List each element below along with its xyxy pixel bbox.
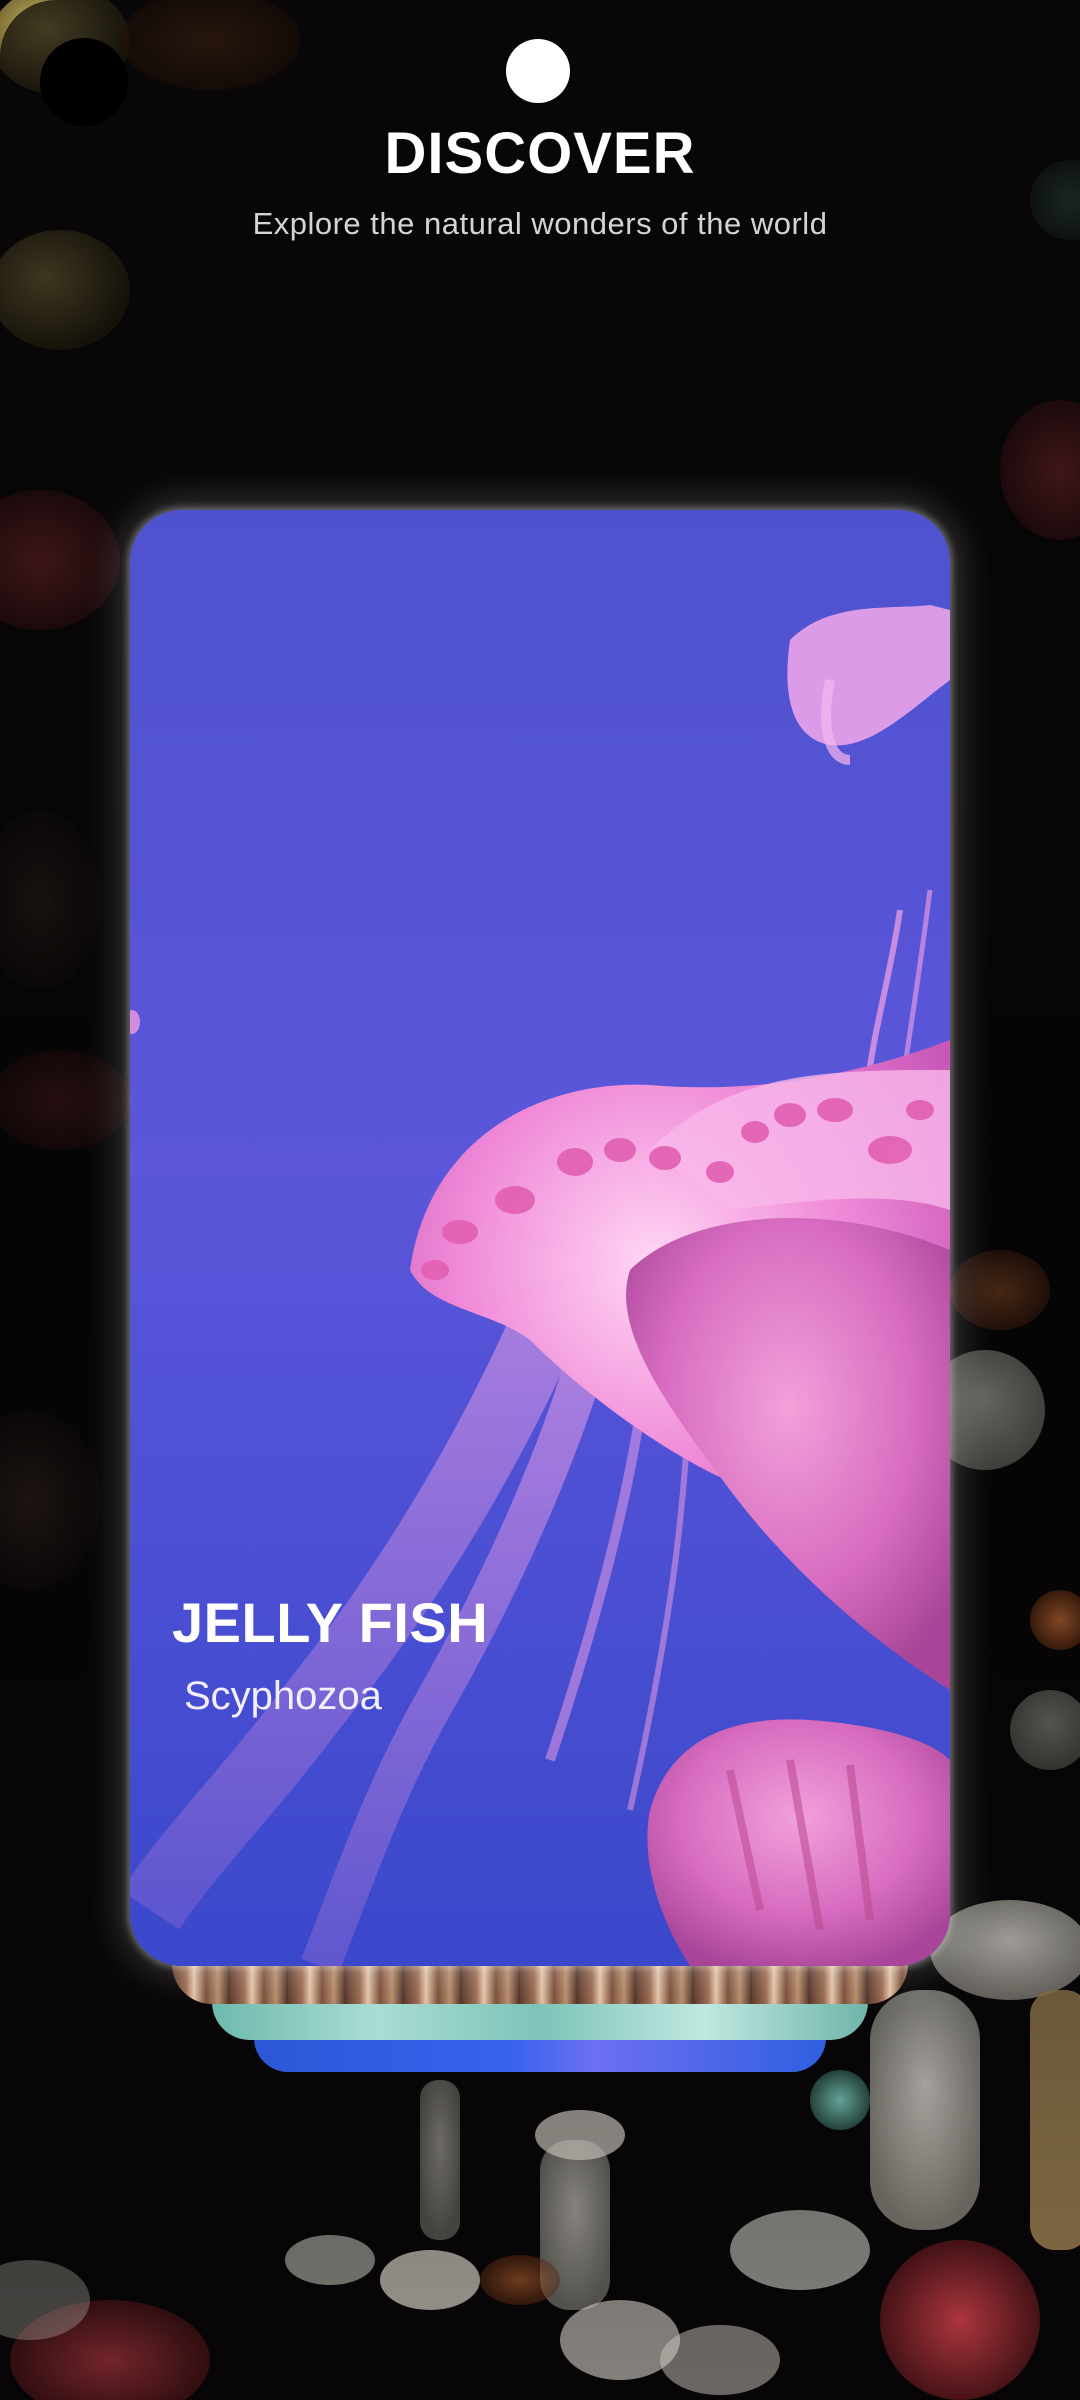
featured-card-jellyfish[interactable]: JELLY FISH Scyphozoa <box>130 510 950 1966</box>
corner-dot <box>40 38 128 126</box>
card-subtitle: Scyphozoa <box>184 1674 382 1718</box>
camera-cutout-dot <box>506 39 570 103</box>
card-title: JELLY FISH <box>172 1591 489 1654</box>
jellyfish-image <box>130 510 950 1966</box>
discover-screen: DISCOVER Explore the natural wonders of … <box>0 0 1080 2400</box>
page-title: DISCOVER <box>384 121 696 186</box>
page-subtitle: Explore the natural wonders of the world <box>252 206 828 241</box>
